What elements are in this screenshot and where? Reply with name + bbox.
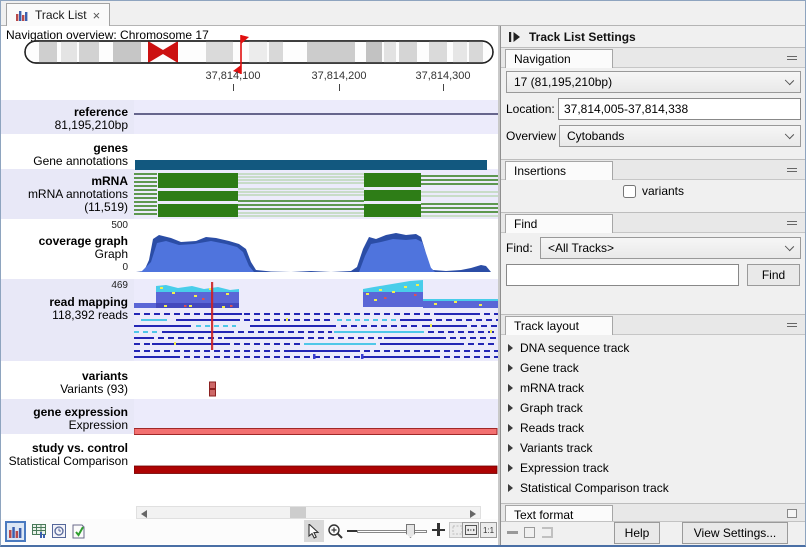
expander-icon[interactable]: [508, 484, 513, 492]
find-scope-select[interactable]: <All Tracks>: [540, 237, 801, 259]
collapse-icon[interactable]: [787, 221, 797, 225]
expression-bar: [134, 429, 497, 435]
zoom-100-button[interactable]: 1:1: [480, 522, 497, 538]
collapse-all-icon[interactable]: [507, 531, 518, 534]
zoom-slider[interactable]: [357, 530, 427, 533]
variant-marker: [210, 382, 216, 396]
chevron-down-icon: [785, 76, 794, 85]
chevron-down-icon: [785, 130, 794, 139]
side-panel-footer: Help View Settings...: [501, 521, 805, 545]
variants-checkbox[interactable]: [623, 185, 636, 198]
scrollbar-thumb[interactable]: [290, 507, 306, 518]
expand-section-icon[interactable]: [787, 509, 797, 518]
tracks-canvas[interactable]: [134, 100, 498, 501]
zoom-in-icon[interactable]: [431, 522, 446, 537]
read-rows: [134, 314, 498, 357]
side-panel: Track List Settings Navigation 17 (81,19…: [500, 26, 805, 545]
track-label-study[interactable]: study vs. control Statistical Comparison: [1, 434, 134, 501]
gene-annotation-bar: [135, 160, 487, 170]
dock-panel-icon: [542, 527, 553, 538]
location-label: Location:: [506, 102, 555, 116]
chromosome-select[interactable]: 17 (81,195,210bp): [506, 71, 801, 93]
side-panel-icon[interactable]: [508, 31, 521, 43]
table-view-button[interactable]: [29, 521, 50, 542]
expander-icon[interactable]: [508, 464, 513, 472]
tracks-area: reference 81,195,210bp genes Gene annota…: [1, 100, 498, 501]
read-mapping-condensed: [134, 280, 498, 308]
expander-icon[interactable]: [508, 344, 513, 352]
help-button[interactable]: Help: [614, 522, 660, 544]
app-window: Track List × Navigation overview: Chromo…: [0, 0, 806, 547]
ruler-tick: [339, 84, 340, 91]
chevron-down-icon: [785, 242, 794, 251]
layout-item-expression[interactable]: Expression track: [508, 459, 609, 477]
layout-item-gene[interactable]: Gene track: [508, 359, 579, 377]
location-input[interactable]: [558, 98, 801, 120]
track-label-coverage[interactable]: 500 coverage graph Graph 0: [1, 219, 134, 279]
find-button[interactable]: Find: [747, 264, 800, 286]
zoom-tool-button[interactable]: [325, 520, 345, 542]
scroll-right-icon[interactable]: [470, 510, 476, 518]
overview-select[interactable]: Cytobands: [559, 125, 801, 147]
variants-checkbox-row: variants: [623, 184, 684, 198]
track-label-mrna[interactable]: mRNA mRNA annotations (11,519): [1, 169, 134, 219]
expander-icon[interactable]: [508, 424, 513, 432]
pointer-tool-button[interactable]: [304, 520, 324, 542]
zoom-slider-thumb[interactable]: [406, 524, 415, 538]
comparison-bar: [134, 466, 497, 474]
track-label-genes[interactable]: genes Gene annotations (2,903): [1, 134, 134, 169]
layout-item-variants[interactable]: Variants track: [508, 439, 592, 457]
track-list-icon: [16, 9, 29, 21]
layout-item-graph[interactable]: Graph track: [508, 399, 583, 417]
find-input[interactable]: [506, 264, 739, 286]
ruler-tick-label: 37,814,300: [415, 70, 470, 82]
horizontal-scrollbar[interactable]: [136, 506, 481, 519]
collapse-icon[interactable]: [787, 56, 797, 60]
collapse-icon[interactable]: [787, 323, 797, 327]
new-view-icon[interactable]: [524, 527, 535, 538]
coverage-graph: [136, 233, 491, 272]
view-toolbar: 1:1: [1, 519, 498, 544]
track-label-variants[interactable]: variants Variants (93): [1, 361, 134, 399]
chromosome-ideogram[interactable]: [1, 35, 498, 75]
tab-title: Track List: [35, 8, 87, 22]
navigation-section-header[interactable]: Navigation: [501, 47, 805, 68]
find-section-header[interactable]: Find: [501, 212, 805, 233]
side-panel-header: Track List Settings: [501, 26, 805, 47]
track-label-reads[interactable]: 469 read mapping 118,392 reads: [1, 279, 134, 361]
layout-item-reads[interactable]: Reads track: [508, 419, 584, 437]
ruler-tick: [443, 84, 444, 91]
ruler-tick-label: 37,814,100: [205, 70, 260, 82]
expander-icon[interactable]: [508, 384, 513, 392]
layout-item-statistical-comparison[interactable]: Statistical Comparison track: [508, 479, 669, 497]
current-position-line: [211, 282, 213, 350]
overview-label: Overview: [506, 129, 556, 143]
tab-bar: Track List ×: [1, 1, 805, 26]
element-info-view-button[interactable]: [69, 521, 90, 542]
track-list-view: Navigation overview: Chromosome 17: [1, 26, 498, 545]
layout-item-mrna[interactable]: mRNA track: [508, 379, 584, 397]
scroll-left-icon[interactable]: [141, 510, 147, 518]
layout-item-dna-sequence[interactable]: DNA sequence track: [508, 339, 629, 357]
tab-track-list[interactable]: Track List ×: [6, 3, 110, 26]
find-label: Find:: [506, 241, 533, 255]
insertions-section-header[interactable]: Insertions: [501, 159, 805, 180]
history-view-button[interactable]: [49, 521, 70, 542]
track-list-view-button[interactable]: [5, 521, 26, 542]
view-settings-button[interactable]: View Settings...: [682, 522, 788, 544]
tab-close-icon[interactable]: ×: [93, 9, 101, 22]
expander-icon[interactable]: [508, 404, 513, 412]
fit-width-button[interactable]: [462, 522, 479, 538]
ruler-tick-label: 37,814,200: [311, 70, 366, 82]
track-layout-section-header[interactable]: Track layout: [501, 314, 805, 335]
track-label-reference[interactable]: reference 81,195,210bp: [1, 100, 134, 134]
expander-icon[interactable]: [508, 364, 513, 372]
collapse-icon[interactable]: [787, 168, 797, 172]
track-label-expression[interactable]: gene expression Expression: [1, 399, 134, 434]
expander-icon[interactable]: [508, 444, 513, 452]
ruler-tick: [233, 84, 234, 91]
